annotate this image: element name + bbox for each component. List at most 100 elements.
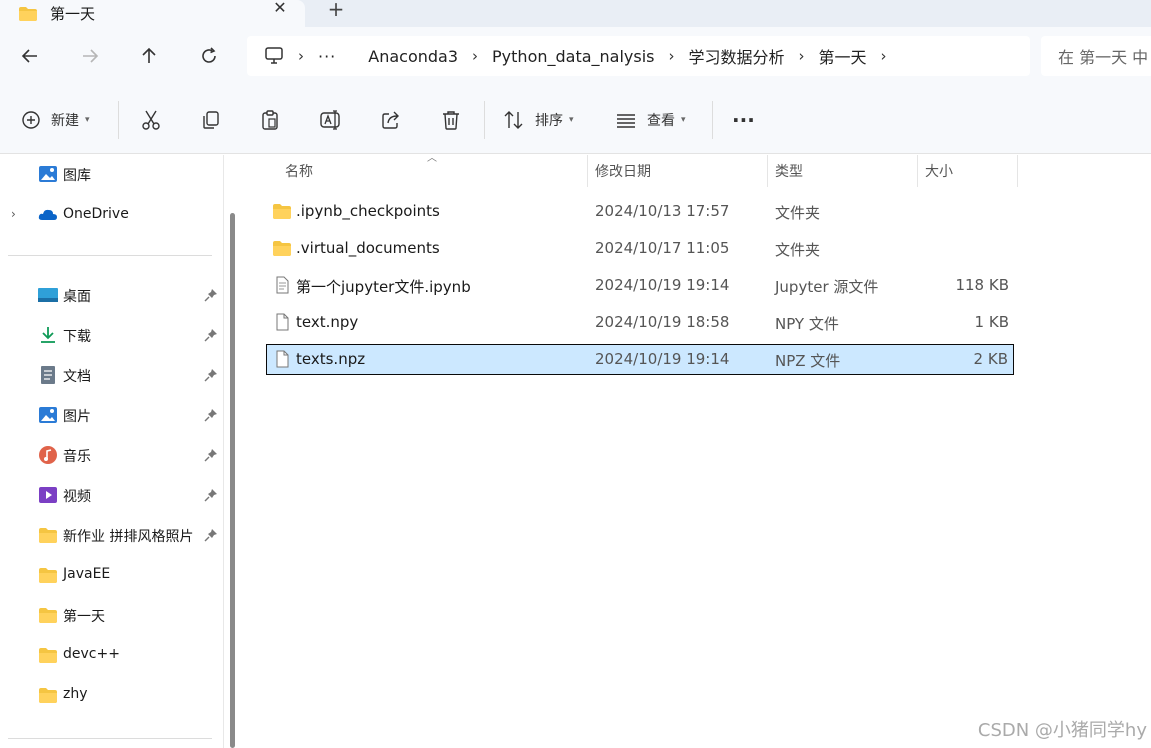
- column-header-name[interactable]: 名称: [285, 155, 313, 187]
- sidebar-item-label: 第一天: [63, 609, 105, 625]
- sidebar-item-label: JavaEE: [63, 566, 111, 582]
- plus-circle-icon: [22, 111, 40, 129]
- paste-button[interactable]: [259, 105, 281, 135]
- sidebar-scrollbar[interactable]: [230, 213, 235, 748]
- file-name: .virtual_documents: [296, 239, 440, 257]
- sidebar-item-downloads[interactable]: 下载: [0, 318, 224, 352]
- column-header-type[interactable]: 类型: [775, 155, 803, 187]
- pin-icon[interactable]: [204, 368, 218, 382]
- rename-button[interactable]: [319, 105, 343, 135]
- sidebar-item-desktop[interactable]: 桌面: [0, 278, 224, 312]
- tab-title: 第一天: [50, 5, 96, 23]
- file-date: 2024/10/19 19:14: [595, 350, 730, 368]
- sidebar-item-gallery[interactable]: 图库: [0, 157, 224, 191]
- sidebar-item-label: OneDrive: [63, 206, 129, 222]
- new-button-label: 新建: [51, 113, 79, 129]
- tab-current[interactable]: 第一天 ✕: [0, 0, 305, 27]
- up-button[interactable]: [134, 41, 164, 71]
- pin-icon[interactable]: [204, 288, 218, 302]
- sidebar-item-zhy[interactable]: zhy: [0, 678, 224, 712]
- sidebar-item-label: 文档: [63, 369, 91, 385]
- scissors-icon: [142, 110, 160, 130]
- back-button[interactable]: [15, 41, 45, 71]
- forward-button[interactable]: [75, 41, 105, 71]
- more-options-button[interactable]: ···: [732, 105, 755, 135]
- new-tab-button[interactable]: +: [325, 0, 347, 21]
- column-divider[interactable]: [917, 155, 918, 187]
- file-name: 第一个jupyter文件.ipynb: [296, 278, 471, 296]
- file-row[interactable]: .virtual_documents 2024/10/17 11:05 文件夹: [266, 233, 1014, 264]
- sidebar-item-devcpp[interactable]: devc++: [0, 638, 224, 672]
- folder-icon: [273, 204, 291, 219]
- file-type: NPZ 文件: [775, 352, 841, 370]
- chevron-right-icon[interactable]: ›: [881, 47, 887, 65]
- sidebar-item-label: 音乐: [63, 449, 91, 465]
- sort-button[interactable]: 排序 ▾: [503, 105, 574, 135]
- cut-button[interactable]: [140, 105, 162, 135]
- folder-icon: [19, 6, 37, 21]
- file-row[interactable]: text.npy 2024/10/19 18:58 NPY 文件 1 KB: [266, 307, 1014, 338]
- column-header-size[interactable]: 大小: [925, 155, 953, 187]
- view-button[interactable]: 查看 ▾: [615, 105, 686, 135]
- pin-icon[interactable]: [204, 488, 218, 502]
- column-header-date[interactable]: 修改日期: [595, 155, 651, 187]
- share-button[interactable]: [380, 105, 402, 135]
- desktop-icon: [38, 288, 58, 302]
- folder-icon: [39, 568, 57, 583]
- file-date: 2024/10/19 19:14: [595, 276, 730, 294]
- file-row-selected[interactable]: texts.npz 2024/10/19 19:14 NPZ 文件 2 KB: [266, 344, 1014, 375]
- chevron-right-icon[interactable]: ›: [11, 207, 16, 221]
- pin-icon[interactable]: [204, 448, 218, 462]
- view-button-label: 查看: [647, 113, 675, 129]
- address-bar[interactable]: › ··· Anaconda3 › Python_data_nalysis › …: [247, 36, 1030, 76]
- toolbar-divider: [484, 101, 485, 139]
- refresh-button[interactable]: [194, 41, 224, 71]
- new-button[interactable]: 新建 ▾: [21, 105, 90, 135]
- column-divider[interactable]: [1017, 155, 1018, 187]
- file-type: NPY 文件: [775, 315, 839, 333]
- notebook-file-icon: [276, 276, 289, 294]
- sidebar-item-javaee[interactable]: JavaEE: [0, 558, 224, 592]
- folder-icon: [273, 241, 291, 256]
- sidebar-item-label: 新作业 拼排风格照片: [63, 529, 194, 545]
- command-bar: 新建 ▾ 排序 ▾ 查看 ▾ ···: [0, 87, 1151, 154]
- copy-button[interactable]: [200, 105, 222, 135]
- file-row[interactable]: 第一个jupyter文件.ipynb 2024/10/19 19:14 Jupy…: [266, 270, 1014, 301]
- sidebar-item-pictures[interactable]: 图片: [0, 398, 224, 432]
- pin-icon[interactable]: [204, 408, 218, 422]
- trash-icon: [443, 111, 459, 130]
- sidebar-item-label: devc++: [63, 646, 120, 662]
- sidebar-item-day-one[interactable]: 第一天: [0, 598, 224, 632]
- file-name: text.npy: [296, 313, 359, 331]
- sidebar-item-videos[interactable]: 视频: [0, 478, 224, 512]
- sidebar-item-onedrive[interactable]: › OneDrive: [0, 198, 224, 232]
- breadcrumb-overflow-button[interactable]: ···: [318, 47, 336, 66]
- breadcrumb-item-study[interactable]: 学习数据分析: [689, 44, 785, 68]
- video-icon: [39, 487, 57, 503]
- toolbar-divider: [712, 101, 713, 139]
- folder-icon: [39, 688, 57, 703]
- breadcrumb-item-python-data-nalysis[interactable]: Python_data_nalysis: [492, 47, 654, 66]
- sidebar-item-new-homework[interactable]: 新作业 拼排风格照片: [0, 518, 224, 552]
- column-divider[interactable]: [587, 155, 588, 187]
- search-input[interactable]: 在 第一天 中: [1041, 36, 1151, 76]
- chevron-down-icon: ▾: [85, 115, 90, 125]
- close-tab-icon[interactable]: ✕: [270, 0, 290, 20]
- sort-icon: [504, 111, 523, 129]
- navigation-pane: 图库 › OneDrive 桌面 下载 文档 图片 音乐 视频 新作业 拼排风格…: [0, 155, 224, 748]
- pin-icon[interactable]: [204, 528, 218, 542]
- file-date: 2024/10/13 17:57: [595, 202, 730, 220]
- sidebar-divider: [8, 255, 212, 256]
- chevron-down-icon: ▾: [569, 115, 574, 125]
- sidebar-item-label: 视频: [63, 489, 91, 505]
- delete-button[interactable]: [440, 105, 462, 135]
- download-icon: [41, 327, 55, 343]
- breadcrumb-item-anaconda3[interactable]: Anaconda3: [368, 47, 458, 66]
- pin-icon[interactable]: [204, 328, 218, 342]
- column-divider[interactable]: [767, 155, 768, 187]
- sidebar-item-documents[interactable]: 文档: [0, 358, 224, 392]
- breadcrumb-item-current[interactable]: 第一天: [819, 44, 867, 68]
- sidebar-item-music[interactable]: 音乐: [0, 438, 224, 472]
- document-icon: [41, 366, 55, 384]
- file-row[interactable]: .ipynb_checkpoints 2024/10/13 17:57 文件夹: [266, 196, 1014, 227]
